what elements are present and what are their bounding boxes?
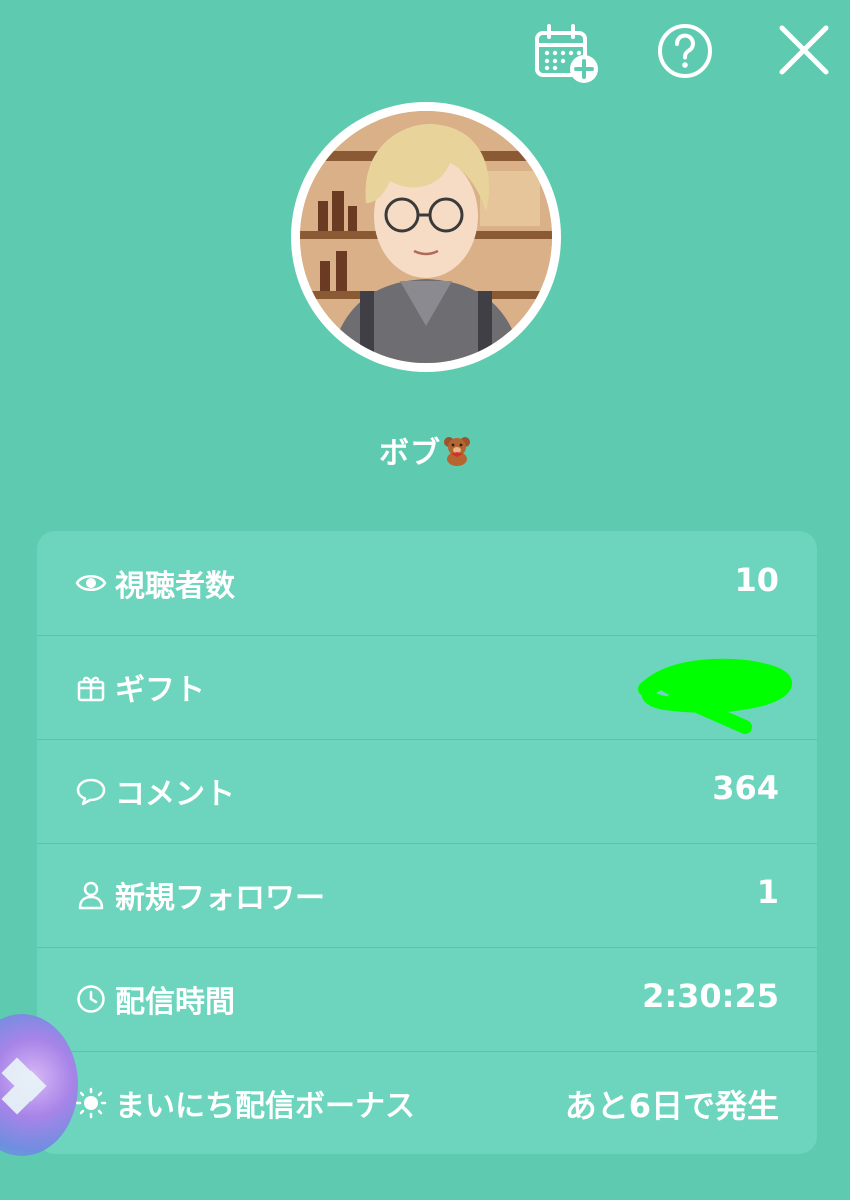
stat-row-new-followers: 新規フォロワー 1 — [37, 843, 817, 948]
stat-row-viewers: 視聴者数 10 — [37, 531, 817, 636]
profile-name: ボブ — [379, 436, 441, 471]
stats-card: 視聴者数 10 ギフト コメント 364 新規フォロワー 1 配信時間 2:30… — [37, 531, 817, 1154]
teddy-bear-icon — [443, 436, 471, 474]
clock-icon — [75, 983, 107, 1015]
redaction-scribble — [635, 657, 795, 737]
stat-row-comments: コメント 364 — [37, 739, 817, 844]
stat-label: ギフト — [115, 673, 205, 708]
calendar-add-icon[interactable] — [534, 24, 600, 84]
gift-icon — [75, 671, 107, 703]
stat-label: 視聴者数 — [115, 569, 235, 604]
stat-value: 364 — [712, 769, 779, 807]
person-icon — [75, 879, 107, 911]
stat-value: 1 — [756, 873, 779, 911]
stat-value: 10 — [734, 561, 779, 599]
close-icon[interactable] — [776, 22, 832, 78]
stat-label: 新規フォロワー — [115, 881, 325, 916]
stat-label: まいにち配信ボーナス — [115, 1089, 415, 1124]
top-toolbar — [0, 20, 850, 90]
floating-assist-button[interactable] — [0, 1014, 78, 1156]
help-circle-icon[interactable] — [656, 22, 714, 80]
sun-icon — [75, 1087, 107, 1119]
stat-label: 配信時間 — [115, 985, 235, 1020]
stat-row-stream-time: 配信時間 2:30:25 — [37, 947, 817, 1052]
stat-row-daily-bonus: まいにち配信ボーナス あと6日で発生 — [37, 1051, 817, 1154]
stat-row-gifts: ギフト — [37, 635, 817, 740]
avatar[interactable] — [291, 102, 561, 372]
profile-name-row: ボブ — [0, 428, 850, 474]
avatar-image — [300, 111, 552, 363]
stat-value: 2:30:25 — [642, 977, 779, 1015]
eye-icon — [75, 567, 107, 599]
comment-icon — [75, 775, 107, 807]
stat-value: あと6日で発生 — [564, 1087, 779, 1125]
stat-label: コメント — [115, 777, 235, 812]
